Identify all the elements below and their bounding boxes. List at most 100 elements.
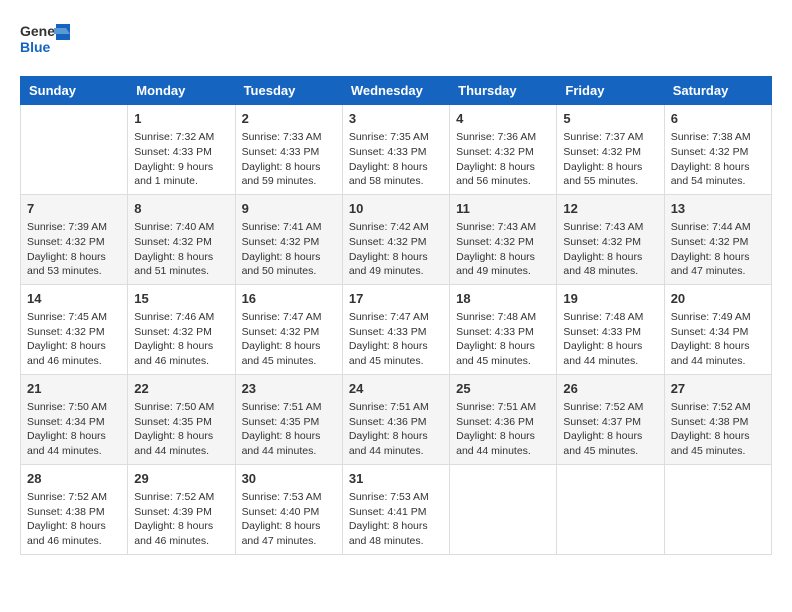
calendar-cell: 19 Sunrise: 7:48 AM Sunset: 4:33 PM Dayli… (557, 284, 664, 374)
day-info: Sunrise: 7:35 AM Sunset: 4:33 PM Dayligh… (349, 131, 429, 187)
header-wednesday: Wednesday (342, 77, 449, 105)
day-info: Sunrise: 7:43 AM Sunset: 4:32 PM Dayligh… (456, 221, 536, 277)
calendar-cell: 17 Sunrise: 7:47 AM Sunset: 4:33 PM Dayli… (342, 284, 449, 374)
calendar-cell: 4Sunrise: 7:36 AM Sunset: 4:32 PM Daylig… (450, 105, 557, 195)
day-info: Sunrise: 7:44 AM Sunset: 4:32 PM Dayligh… (671, 221, 751, 277)
calendar-cell: 2Sunrise: 7:33 AM Sunset: 4:33 PM Daylig… (235, 105, 342, 195)
calendar-header-row: SundayMondayTuesdayWednesdayThursdayFrid… (21, 77, 772, 105)
day-number: 14 (27, 290, 121, 308)
header-sunday: Sunday (21, 77, 128, 105)
day-info: Sunrise: 7:41 AM Sunset: 4:32 PM Dayligh… (242, 221, 322, 277)
calendar-cell (21, 105, 128, 195)
day-info: Sunrise: 7:51 AM Sunset: 4:36 PM Dayligh… (349, 401, 429, 457)
calendar-week-5: 28 Sunrise: 7:52 AM Sunset: 4:38 PM Dayli… (21, 464, 772, 554)
calendar-cell: 15 Sunrise: 7:46 AM Sunset: 4:32 PM Dayli… (128, 284, 235, 374)
logo: GeneralBlue (20, 20, 70, 60)
calendar-cell: 12 Sunrise: 7:43 AM Sunset: 4:32 PM Dayli… (557, 194, 664, 284)
day-number: 13 (671, 200, 765, 218)
day-number: 17 (349, 290, 443, 308)
day-info: Sunrise: 7:52 AM Sunset: 4:39 PM Dayligh… (134, 491, 214, 547)
day-info: Sunrise: 7:32 AM Sunset: 4:33 PM Dayligh… (134, 131, 214, 187)
calendar-cell: 23 Sunrise: 7:51 AM Sunset: 4:35 PM Dayli… (235, 374, 342, 464)
day-number: 10 (349, 200, 443, 218)
calendar-cell: 7Sunrise: 7:39 AM Sunset: 4:32 PM Daylig… (21, 194, 128, 284)
day-info: Sunrise: 7:48 AM Sunset: 4:33 PM Dayligh… (456, 311, 536, 367)
day-info: Sunrise: 7:38 AM Sunset: 4:32 PM Dayligh… (671, 131, 751, 187)
day-number: 30 (242, 470, 336, 488)
day-info: Sunrise: 7:47 AM Sunset: 4:32 PM Dayligh… (242, 311, 322, 367)
calendar-week-4: 21Sunrise: 7:50 AM Sunset: 4:34 PM Dayli… (21, 374, 772, 464)
day-info: Sunrise: 7:46 AM Sunset: 4:32 PM Dayligh… (134, 311, 214, 367)
day-number: 2 (242, 110, 336, 128)
calendar-cell: 27Sunrise: 7:52 AM Sunset: 4:38 PM Dayli… (664, 374, 771, 464)
day-info: Sunrise: 7:53 AM Sunset: 4:41 PM Dayligh… (349, 491, 429, 547)
calendar-cell: 14 Sunrise: 7:45 AM Sunset: 4:32 PM Dayli… (21, 284, 128, 374)
header-saturday: Saturday (664, 77, 771, 105)
day-info: Sunrise: 7:53 AM Sunset: 4:40 PM Dayligh… (242, 491, 322, 547)
calendar-week-1: 1 Sunrise: 7:32 AM Sunset: 4:33 PM Daylig… (21, 105, 772, 195)
day-number: 19 (563, 290, 657, 308)
day-number: 7 (27, 200, 121, 218)
day-number: 20 (671, 290, 765, 308)
day-number: 3 (349, 110, 443, 128)
day-number: 15 (134, 290, 228, 308)
day-number: 21 (27, 380, 121, 398)
calendar-cell: 31Sunrise: 7:53 AM Sunset: 4:41 PM Dayli… (342, 464, 449, 554)
calendar-cell: 20 Sunrise: 7:49 AM Sunset: 4:34 PM Dayli… (664, 284, 771, 374)
calendar-cell: 13 Sunrise: 7:44 AM Sunset: 4:32 PM Dayli… (664, 194, 771, 284)
calendar-cell: 24 Sunrise: 7:51 AM Sunset: 4:36 PM Dayli… (342, 374, 449, 464)
day-info: Sunrise: 7:45 AM Sunset: 4:32 PM Dayligh… (27, 311, 107, 367)
day-info: Sunrise: 7:51 AM Sunset: 4:36 PM Dayligh… (456, 401, 536, 457)
calendar-cell: 26 Sunrise: 7:52 AM Sunset: 4:37 PM Dayli… (557, 374, 664, 464)
calendar-cell: 18 Sunrise: 7:48 AM Sunset: 4:33 PM Dayli… (450, 284, 557, 374)
page-header: GeneralBlue (20, 20, 772, 60)
header-monday: Monday (128, 77, 235, 105)
day-info: Sunrise: 7:48 AM Sunset: 4:33 PM Dayligh… (563, 311, 643, 367)
calendar-cell: 9 Sunrise: 7:41 AM Sunset: 4:32 PM Daylig… (235, 194, 342, 284)
logo-svg: GeneralBlue (20, 20, 70, 60)
day-info: Sunrise: 7:43 AM Sunset: 4:32 PM Dayligh… (563, 221, 643, 277)
svg-text:Blue: Blue (20, 39, 51, 55)
calendar-cell: 11Sunrise: 7:43 AM Sunset: 4:32 PM Dayli… (450, 194, 557, 284)
header-tuesday: Tuesday (235, 77, 342, 105)
day-number: 4 (456, 110, 550, 128)
day-info: Sunrise: 7:47 AM Sunset: 4:33 PM Dayligh… (349, 311, 429, 367)
calendar-cell: 10Sunrise: 7:42 AM Sunset: 4:32 PM Dayli… (342, 194, 449, 284)
calendar-week-2: 7Sunrise: 7:39 AM Sunset: 4:32 PM Daylig… (21, 194, 772, 284)
calendar-cell: 28 Sunrise: 7:52 AM Sunset: 4:38 PM Dayli… (21, 464, 128, 554)
day-info: Sunrise: 7:52 AM Sunset: 4:38 PM Dayligh… (27, 491, 107, 547)
calendar-cell: 1 Sunrise: 7:32 AM Sunset: 4:33 PM Daylig… (128, 105, 235, 195)
day-number: 23 (242, 380, 336, 398)
day-number: 26 (563, 380, 657, 398)
day-number: 25 (456, 380, 550, 398)
day-number: 9 (242, 200, 336, 218)
day-info: Sunrise: 7:50 AM Sunset: 4:35 PM Dayligh… (134, 401, 214, 457)
calendar-cell: 5Sunrise: 7:37 AM Sunset: 4:32 PM Daylig… (557, 105, 664, 195)
day-number: 5 (563, 110, 657, 128)
calendar-cell: 21Sunrise: 7:50 AM Sunset: 4:34 PM Dayli… (21, 374, 128, 464)
day-info: Sunrise: 7:40 AM Sunset: 4:32 PM Dayligh… (134, 221, 214, 277)
day-number: 8 (134, 200, 228, 218)
calendar-cell: 25 Sunrise: 7:51 AM Sunset: 4:36 PM Dayli… (450, 374, 557, 464)
calendar-cell (557, 464, 664, 554)
calendar-cell: 8 Sunrise: 7:40 AM Sunset: 4:32 PM Daylig… (128, 194, 235, 284)
day-number: 24 (349, 380, 443, 398)
day-number: 28 (27, 470, 121, 488)
day-info: Sunrise: 7:51 AM Sunset: 4:35 PM Dayligh… (242, 401, 322, 457)
day-number: 1 (134, 110, 228, 128)
day-number: 12 (563, 200, 657, 218)
calendar-cell (450, 464, 557, 554)
day-info: Sunrise: 7:52 AM Sunset: 4:38 PM Dayligh… (671, 401, 751, 457)
calendar-table: SundayMondayTuesdayWednesdayThursdayFrid… (20, 76, 772, 555)
calendar-cell: 6 Sunrise: 7:38 AM Sunset: 4:32 PM Daylig… (664, 105, 771, 195)
calendar-cell (664, 464, 771, 554)
day-number: 6 (671, 110, 765, 128)
calendar-cell: 30 Sunrise: 7:53 AM Sunset: 4:40 PM Dayli… (235, 464, 342, 554)
calendar-cell: 16Sunrise: 7:47 AM Sunset: 4:32 PM Dayli… (235, 284, 342, 374)
calendar-cell: 3 Sunrise: 7:35 AM Sunset: 4:33 PM Daylig… (342, 105, 449, 195)
day-info: Sunrise: 7:49 AM Sunset: 4:34 PM Dayligh… (671, 311, 751, 367)
day-info: Sunrise: 7:52 AM Sunset: 4:37 PM Dayligh… (563, 401, 643, 457)
day-number: 22 (134, 380, 228, 398)
day-number: 18 (456, 290, 550, 308)
calendar-week-3: 14 Sunrise: 7:45 AM Sunset: 4:32 PM Dayli… (21, 284, 772, 374)
